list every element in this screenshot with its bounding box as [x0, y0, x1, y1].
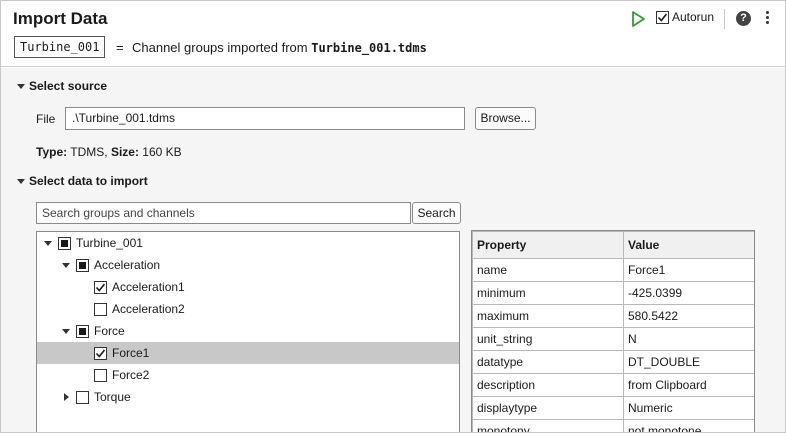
property-row: unit_string N [472, 327, 754, 351]
properties-header-row: Property Value [472, 231, 754, 259]
select-data-header[interactable]: Select data to import [17, 174, 148, 188]
property-name-cell: datatype [472, 350, 624, 374]
tree-checkbox[interactable] [76, 390, 89, 404]
property-row: displaytype Numeric [472, 396, 754, 420]
expand-arrow-icon[interactable] [43, 238, 53, 248]
tree-node[interactable]: Turbine_001 [37, 232, 459, 254]
checkmark-icon [657, 13, 668, 22]
tree-node-label: Turbine_001 [76, 236, 143, 250]
toolbar-divider [724, 9, 725, 29]
checkmark-icon [95, 349, 106, 358]
tree-node[interactable]: Acceleration1 [37, 276, 459, 298]
select-data-heading: Select data to import [29, 174, 148, 188]
search-input[interactable]: Search groups and channels [36, 202, 411, 224]
checkmark-icon [95, 283, 106, 292]
tree-node[interactable]: Force1 [37, 342, 459, 364]
header: Import Data Turbine_001 = Channel groups… [1, 1, 785, 67]
help-icon[interactable]: ? [736, 11, 751, 26]
search-button[interactable]: Search [412, 202, 461, 224]
tree-checkbox[interactable] [58, 236, 71, 250]
tree-node-label: Acceleration1 [112, 280, 185, 294]
browse-button[interactable]: Browse... [475, 107, 536, 130]
tree-node[interactable]: Force2 [37, 364, 459, 386]
properties-table: Property Value name Force1 minimum -425.039… [471, 230, 755, 432]
tree-node-label: Force [94, 324, 125, 338]
collapse-arrow-icon [17, 178, 25, 184]
property-column-header: Property [472, 231, 624, 259]
tree-checkbox[interactable] [94, 346, 107, 360]
type-label: Type: [36, 145, 68, 159]
autorun-checkbox[interactable] [656, 10, 669, 24]
property-row: maximum 580.5422 [472, 304, 754, 328]
property-name-cell: description [472, 373, 624, 397]
collapsed-arrow-icon[interactable] [61, 392, 71, 402]
collapse-arrow-icon [17, 83, 25, 89]
property-value-cell: Numeric [623, 396, 754, 420]
page-title: Import Data [13, 9, 108, 28]
file-info: Type: TDMS, Size: 160 KB [36, 145, 182, 159]
file-label: File [36, 112, 56, 126]
tree-checkbox[interactable] [76, 324, 89, 338]
select-source-heading: Select source [29, 79, 108, 93]
tree-node-label: Torque [94, 390, 131, 404]
equals-sign: = [116, 40, 124, 55]
property-value-cell: N [623, 327, 754, 351]
description-prefix: Channel groups imported from [132, 40, 308, 55]
property-value-cell: -425.0399 [623, 281, 754, 305]
partial-check-icon [79, 261, 86, 269]
property-row: name Force1 [472, 258, 754, 282]
partial-check-icon [79, 327, 86, 335]
output-variable-name-field[interactable]: Turbine_001 [14, 36, 106, 58]
property-value-cell: from Clipboard [623, 373, 754, 397]
property-value-cell: Force1 [623, 258, 754, 282]
property-row: monotony not monotone [472, 419, 754, 432]
size-label: Size: [110, 145, 139, 159]
channel-tree[interactable]: Turbine_001 Acceleration Acceleration1 Acce… [36, 231, 460, 432]
file-path-input[interactable]: .\Turbine_001.tdms [65, 107, 465, 130]
import-data-window: Import Data Turbine_001 = Channel groups… [0, 0, 786, 433]
property-name-cell: name [472, 258, 624, 282]
property-row: description from Clipboard [472, 373, 754, 397]
property-name-cell: maximum [472, 304, 624, 328]
tree-node-label: Acceleration [94, 258, 161, 272]
type-value: TDMS, [70, 145, 108, 159]
property-name-cell: unit_string [472, 327, 624, 351]
partial-check-icon [61, 239, 68, 247]
property-name-cell: displaytype [472, 396, 624, 420]
expand-arrow-icon[interactable] [61, 326, 71, 336]
tree-checkbox[interactable] [94, 280, 107, 294]
size-value: 160 KB [142, 145, 182, 159]
tree-node-label: Force2 [112, 368, 150, 382]
property-row: datatype DT_DOUBLE [472, 350, 754, 374]
expand-arrow-icon[interactable] [61, 260, 71, 270]
tree-node[interactable]: Acceleration [37, 254, 459, 276]
tree-checkbox[interactable] [76, 258, 89, 272]
run-icon[interactable] [631, 11, 645, 27]
tree-node-label: Force1 [112, 346, 150, 360]
tree-checkbox[interactable] [94, 368, 107, 382]
value-column-header: Value [623, 231, 754, 259]
description-file-name: Turbine_001.tdms [311, 41, 427, 55]
property-value-cell: not monotone [623, 419, 754, 432]
property-row: minimum -425.0399 [472, 281, 754, 305]
property-name-cell: minimum [472, 281, 624, 305]
tree-checkbox[interactable] [94, 302, 107, 316]
import-panel: Select source File .\Turbine_001.tdms Br… [1, 68, 785, 432]
import-description: Channel groups imported from Turbine_001… [132, 40, 427, 55]
tree-node[interactable]: Acceleration2 [37, 298, 459, 320]
property-value-cell: 580.5422 [623, 304, 754, 328]
autorun-label: Autorun [672, 10, 715, 24]
property-value-cell: DT_DOUBLE [623, 350, 754, 374]
tree-node[interactable]: Force [37, 320, 459, 342]
tree-node-label: Acceleration2 [112, 302, 185, 316]
select-source-header[interactable]: Select source [17, 79, 107, 93]
autorun-toggle[interactable]: Autorun [656, 10, 714, 24]
tree-node[interactable]: Torque [37, 386, 459, 408]
property-name-cell: monotony [472, 419, 624, 432]
more-options-icon[interactable] [763, 10, 771, 28]
